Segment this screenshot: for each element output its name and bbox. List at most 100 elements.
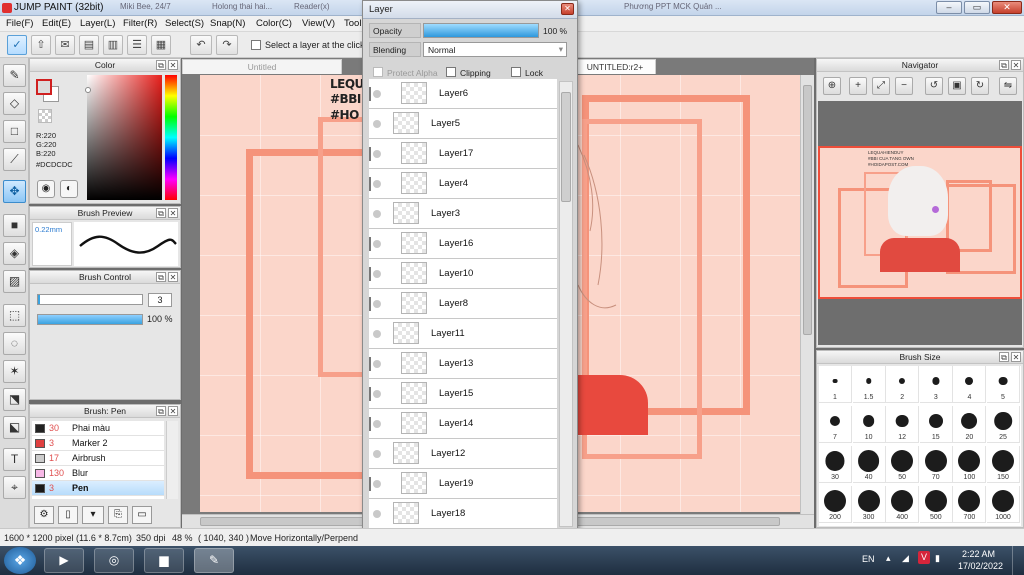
jump-paint-taskbar-icon[interactable]: ✎ <box>194 548 234 573</box>
new-brush-icon[interactable]: ▯ <box>58 506 78 524</box>
primary-color-swatch[interactable] <box>36 79 52 95</box>
brush-size-option[interactable]: 10 <box>852 406 886 443</box>
brush-size-option[interactable]: 15 <box>919 406 953 443</box>
close-icon[interactable]: ✕ <box>168 208 178 218</box>
document-tab-active[interactable]: UNTITLED:r2+ <box>574 59 656 74</box>
background-tab[interactable]: Reader(x) <box>290 0 334 14</box>
show-desktop-button[interactable] <box>1012 546 1024 575</box>
magic-wand-tool-icon[interactable]: ✶ <box>3 360 26 383</box>
layer-row[interactable]: Layer4 <box>369 169 557 199</box>
brush-size-option[interactable]: 150 <box>987 446 1020 483</box>
layer-row[interactable]: Layer19 <box>369 469 557 499</box>
document-tab-untitled[interactable]: Untitled <box>182 59 342 74</box>
brush-menu-icon[interactable]: ▾ <box>82 506 104 524</box>
layer-row[interactable]: Layer6 <box>369 79 557 109</box>
visibility-icon[interactable] <box>373 180 381 188</box>
lock-checkbox[interactable] <box>511 67 521 77</box>
menu-file[interactable]: File(F) <box>6 18 33 29</box>
select-rect-tool-icon[interactable]: ⬚ <box>3 304 26 327</box>
visibility-icon[interactable] <box>373 360 381 368</box>
lasso-tool-icon[interactable]: ◌ <box>3 332 26 355</box>
layer-row[interactable]: Layer8 <box>369 289 557 319</box>
brush-size-option[interactable]: 1.5 <box>852 366 886 403</box>
brush-size-option[interactable]: 400 <box>886 486 920 523</box>
menu-layer[interactable]: Layer(L) <box>80 18 115 29</box>
menu-edit[interactable]: Edit(E) <box>42 18 71 29</box>
blending-select[interactable]: Normal ▾ <box>423 42 567 57</box>
select-eraser-tool-icon[interactable]: ⬕ <box>3 416 26 439</box>
brush-size-option[interactable]: 25 <box>987 406 1020 443</box>
brush-settings-icon[interactable]: ⚙ <box>34 506 54 524</box>
clock-time[interactable]: 2:22 AM <box>962 549 995 559</box>
protect-alpha-checkbox[interactable] <box>373 67 383 77</box>
layer-row[interactable]: Layer18 <box>369 499 557 529</box>
comment-icon[interactable]: ✉ <box>55 35 75 55</box>
visibility-icon[interactable] <box>373 270 381 278</box>
layer-row[interactable]: Layer13 <box>369 349 557 379</box>
list-icon[interactable]: ☰ <box>127 35 147 55</box>
move-tool-icon[interactable]: ✥ <box>3 180 26 203</box>
undock-icon[interactable]: ⧉ <box>156 60 166 70</box>
palette-icon[interactable]: ◉ <box>37 180 55 198</box>
brush-size-option[interactable]: 30 <box>819 446 852 483</box>
layer-dialog-titlebar[interactable]: Layer ✕ <box>363 1 577 19</box>
menu-snap[interactable]: Snap(N) <box>210 18 245 29</box>
close-button[interactable]: ✕ <box>992 1 1022 14</box>
transparent-color-swatch[interactable] <box>38 109 52 123</box>
clipping-checkbox[interactable] <box>446 67 456 77</box>
brush-list-item[interactable]: 130 Blur <box>32 466 164 481</box>
flip-icon[interactable]: ⇋ <box>999 77 1017 95</box>
brush-size-option[interactable]: 200 <box>819 486 852 523</box>
undo-icon[interactable]: ↶ <box>190 35 212 55</box>
undock-icon[interactable]: ⧉ <box>156 272 166 282</box>
brush-size-option[interactable]: 4 <box>953 366 987 403</box>
select-pen-tool-icon[interactable]: ⬔ <box>3 388 26 411</box>
layer-row[interactable]: Layer12 <box>369 439 557 469</box>
brush-size-option[interactable]: 12 <box>886 406 920 443</box>
canvas-vertical-scrollbar[interactable] <box>800 75 814 514</box>
page-icon[interactable]: ▥ <box>103 35 123 55</box>
brush-size-option[interactable]: 1000 <box>987 486 1020 523</box>
eyedropper-tool-icon[interactable]: ⌖ <box>3 476 26 499</box>
start-button[interactable]: ❖ <box>4 547 36 574</box>
color-wheel-icon[interactable]: ◐ <box>60 180 78 198</box>
undock-icon[interactable]: ⧉ <box>156 406 166 416</box>
undock-icon[interactable]: ⧉ <box>999 60 1009 70</box>
menu-select[interactable]: Select(S) <box>165 18 204 29</box>
visibility-icon[interactable] <box>373 120 381 128</box>
brush-size-option[interactable]: 20 <box>953 406 987 443</box>
copy-brush-icon[interactable]: ⎘ <box>108 506 128 524</box>
brush-list-item[interactable]: 3 Marker 2 <box>32 436 164 451</box>
navigator-preview[interactable]: LEQUAHIENDUY #BBI CUA TANG OWN #HOIDAPOS… <box>818 146 1022 299</box>
rotate-left-icon[interactable]: ↺ <box>925 77 943 95</box>
text-tool-icon[interactable]: T <box>3 448 26 471</box>
fill-rect-tool-icon[interactable]: ■ <box>3 214 26 237</box>
rectangle-tool-icon[interactable]: □ <box>3 120 26 143</box>
antivirus-icon[interactable]: V <box>918 551 930 564</box>
color-picker-cursor[interactable] <box>85 87 91 93</box>
brush-size-option[interactable]: 7 <box>819 406 852 443</box>
menu-tool[interactable]: Tool <box>344 18 361 29</box>
folder-icon[interactable]: ▭ <box>132 506 152 524</box>
brush-size-option[interactable]: 100 <box>953 446 987 483</box>
visibility-icon[interactable] <box>373 210 381 218</box>
close-icon[interactable]: ✕ <box>1011 352 1021 362</box>
layer-list-scrollbar[interactable] <box>559 81 573 527</box>
brush-list-item[interactable]: 30 Phai màu <box>32 421 164 436</box>
network-icon[interactable]: ▴ <box>886 553 891 564</box>
zoom-out-icon[interactable]: − <box>895 77 913 95</box>
select-layer-checkbox[interactable] <box>251 40 261 50</box>
media-player-icon[interactable]: ▶ <box>44 548 84 573</box>
reset-view-icon[interactable]: ▣ <box>948 77 966 95</box>
redo-icon[interactable]: ↷ <box>216 35 238 55</box>
eraser-tool-icon[interactable]: ◇ <box>3 92 26 115</box>
brush-list-scrollbar[interactable] <box>166 421 178 499</box>
color-saturation-square[interactable] <box>87 75 162 200</box>
brush-size-option[interactable]: 2 <box>886 366 920 403</box>
layer-row[interactable]: Layer3 <box>369 199 557 229</box>
brush-opacity-slider[interactable] <box>37 314 143 325</box>
undock-icon[interactable]: ⧉ <box>999 352 1009 362</box>
background-tab[interactable]: Phương PPT MCK Quản ... <box>620 0 726 14</box>
layer-row[interactable]: Layer5 <box>369 109 557 139</box>
navigator-viewport[interactable]: LEQUAHIENDUY #BBI CUA TANG OWN #HOIDAPOS… <box>818 101 1022 345</box>
